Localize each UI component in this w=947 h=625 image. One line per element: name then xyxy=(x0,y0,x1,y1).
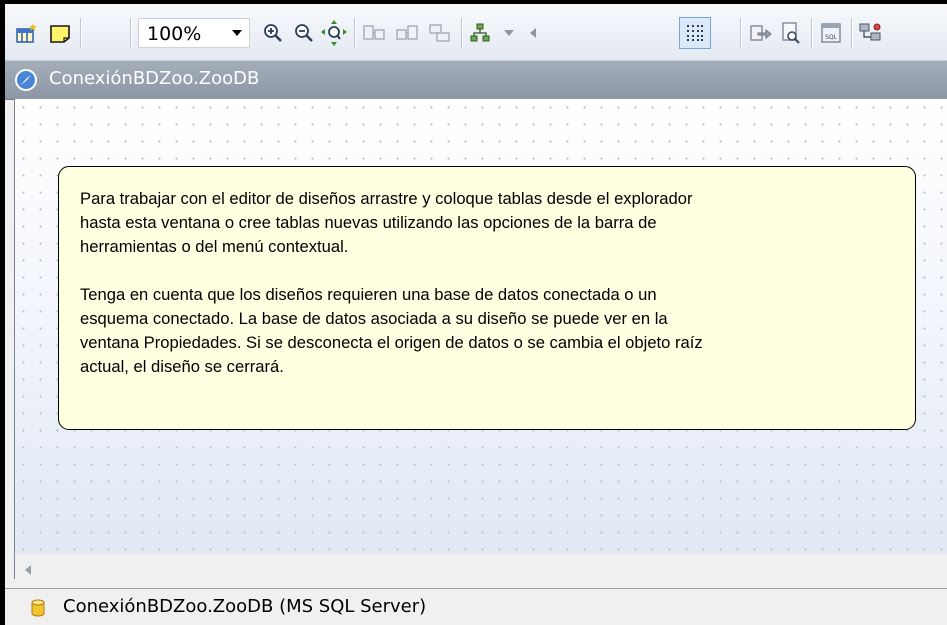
zoom-dropdown-arrow-icon[interactable] xyxy=(225,19,249,47)
note-paragraph-1: Para trabajar con el editor de diseños a… xyxy=(80,187,897,259)
toolbar-separator xyxy=(80,18,81,48)
zoom-in-icon[interactable] xyxy=(260,20,286,46)
horizontal-scrollbar[interactable] xyxy=(14,553,947,579)
design-title: ConexiónBDZoo.ZooDB xyxy=(49,68,260,89)
show-grid-icon[interactable] xyxy=(679,17,711,49)
export-icon[interactable] xyxy=(747,20,773,46)
zoom-value: 100% xyxy=(147,23,202,45)
note-line: esquema conectado. La base de datos asoc… xyxy=(80,309,668,328)
add-note-icon[interactable] xyxy=(47,20,73,46)
collapse-arrow-icon[interactable] xyxy=(520,20,546,46)
insert-table-icon[interactable] xyxy=(14,20,40,46)
zoom-combobox[interactable]: 100% xyxy=(138,18,250,48)
toolbar-separator xyxy=(461,18,462,48)
scroll-left-arrow-icon[interactable] xyxy=(25,560,31,579)
toolbar-separator xyxy=(354,18,355,48)
design-title-bar: ConexiónBDZoo.ZooDB xyxy=(5,61,947,100)
print-preview-icon[interactable] xyxy=(778,20,804,46)
hierarchical-layout-icon[interactable] xyxy=(467,20,493,46)
design-canvas[interactable]: Para trabajar con el editor de diseños a… xyxy=(14,99,947,553)
note-line: herramientas o del menú contextual. xyxy=(80,237,349,256)
sql-icon[interactable]: SQL xyxy=(818,20,844,46)
zoom-to-fit-icon[interactable] xyxy=(321,20,347,46)
note-line: Para trabajar con el editor de diseños a… xyxy=(80,189,693,208)
design-toolbar: 100% SQL xyxy=(5,4,947,61)
dropdown-arrow-icon[interactable] xyxy=(496,20,522,46)
note-line: Tenga en cuenta que los diseños requiere… xyxy=(80,285,657,304)
toolbar-separator xyxy=(811,18,812,48)
connection-status-text: ConexiónBDZoo.ZooDB (MS SQL Server) xyxy=(63,596,427,617)
instruction-note: Para trabajar con el editor de diseños a… xyxy=(58,166,916,430)
toolbar-separator xyxy=(851,18,852,48)
layout-icon-2[interactable] xyxy=(394,20,420,46)
note-line: actual, el diseño se cerrará. xyxy=(80,357,284,376)
note-line: ventana Propiedades. Si se desconecta el… xyxy=(80,333,703,352)
layout-icon-3[interactable] xyxy=(427,20,453,46)
svg-text:SQL: SQL xyxy=(825,34,838,41)
connect-icon[interactable] xyxy=(858,20,884,46)
zoom-out-icon[interactable] xyxy=(291,20,317,46)
toolbar-separator xyxy=(130,18,131,48)
toolbar-separator xyxy=(740,18,741,48)
note-line: hasta esta ventana o cree tablas nuevas … xyxy=(80,213,657,232)
database-icon xyxy=(31,599,45,621)
layout-icon-1[interactable] xyxy=(361,20,387,46)
connection-status-bar: ConexiónBDZoo.ZooDB (MS SQL Server) xyxy=(5,589,947,625)
note-paragraph-2: Tenga en cuenta que los diseños requiere… xyxy=(80,283,897,379)
database-connection-icon xyxy=(14,68,38,96)
